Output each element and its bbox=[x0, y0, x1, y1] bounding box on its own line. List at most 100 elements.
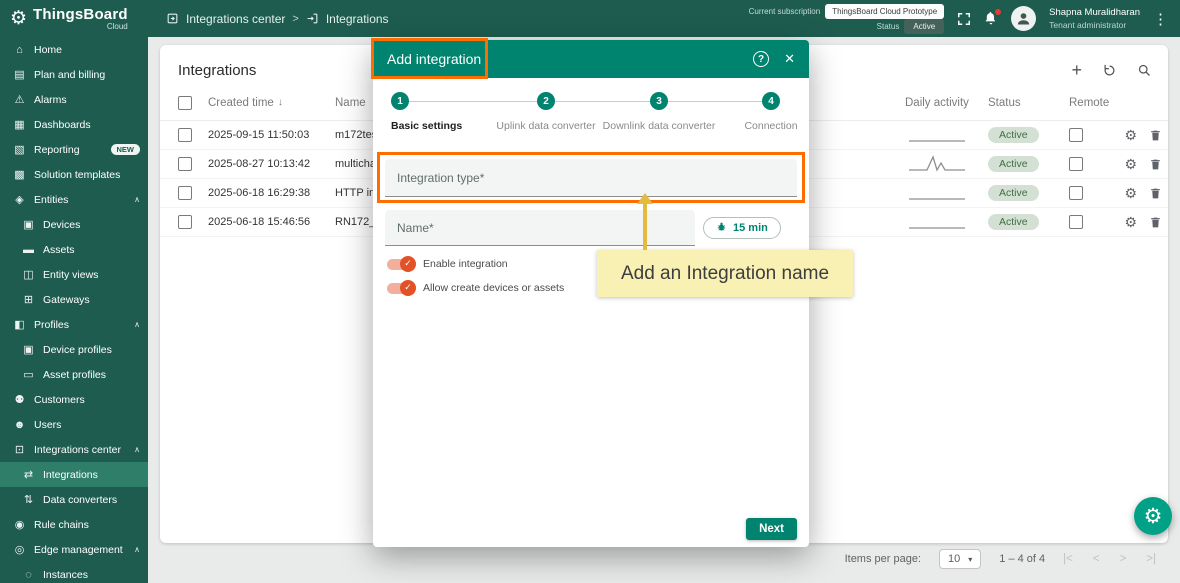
items-per-page-select[interactable]: 10 ▾ bbox=[939, 549, 981, 569]
debug-duration-chip[interactable]: 15 min bbox=[703, 217, 781, 239]
delete-icon[interactable] bbox=[1149, 158, 1162, 171]
sidebar-item-solution-templates[interactable]: ▩ Solution templates bbox=[0, 162, 148, 187]
sidebar-item-data-converters[interactable]: ⇅ Data converters bbox=[0, 487, 148, 512]
sidebar-item-devices[interactable]: ▣ Devices bbox=[0, 212, 148, 237]
row-checkbox[interactable] bbox=[178, 157, 192, 171]
integrations-icon: ⇄ bbox=[21, 468, 36, 481]
sidebar-item-gateways[interactable]: ⊞ Gateways bbox=[0, 287, 148, 312]
sidebar-item-integrations[interactable]: ⇄ Integrations bbox=[0, 462, 148, 487]
sidebar-item-plan-and-billing[interactable]: ▤ Plan and billing bbox=[0, 62, 148, 87]
delete-icon[interactable] bbox=[1149, 187, 1162, 200]
sidebar-item-dashboards[interactable]: ▦ Dashboards bbox=[0, 112, 148, 137]
users-icon: ☻ bbox=[12, 419, 27, 431]
remote-checkbox[interactable] bbox=[1069, 186, 1083, 200]
gateways-icon: ⊞ bbox=[21, 293, 36, 306]
fullscreen-icon[interactable] bbox=[957, 12, 971, 26]
sidebar-group-entities[interactable]: ◈ Entities ∧ bbox=[0, 187, 148, 212]
toggle-on-switch[interactable]: ✓ bbox=[387, 283, 414, 294]
brand-name: ThingsBoard bbox=[33, 7, 128, 22]
integration-type-field[interactable]: Integration type* bbox=[385, 159, 797, 197]
manage-integration-icon[interactable]: ⚙ bbox=[1124, 157, 1137, 171]
subscription-status-chip: Active bbox=[904, 19, 944, 34]
step-3-indicator[interactable]: 3 bbox=[650, 92, 668, 110]
chevron-up-icon: ∧ bbox=[134, 320, 140, 329]
sidebar-group-profiles[interactable]: ◧ Profiles ∧ bbox=[0, 312, 148, 337]
person-icon bbox=[1015, 10, 1032, 27]
daily-activity-sparkline bbox=[893, 184, 988, 202]
support-fab[interactable]: ⚙ bbox=[1134, 497, 1172, 535]
sort-desc-icon: ↓ bbox=[278, 97, 283, 108]
column-daily-activity: Daily activity bbox=[893, 97, 988, 109]
assets-icon: ▬ bbox=[21, 244, 36, 256]
sidebar-item-assets[interactable]: ▬ Assets bbox=[0, 237, 148, 262]
row-checkbox[interactable] bbox=[178, 128, 192, 142]
add-integration-icon[interactable]: + bbox=[1071, 61, 1082, 79]
sidebar-item-users[interactable]: ☻ Users bbox=[0, 412, 148, 437]
next-page-icon[interactable]: > bbox=[1120, 553, 1127, 565]
page-range-label: 1 – 4 of 4 bbox=[999, 553, 1045, 565]
close-icon[interactable]: ✕ bbox=[784, 51, 795, 67]
manage-integration-icon[interactable]: ⚙ bbox=[1124, 186, 1137, 200]
more-menu-icon[interactable]: ⋮ bbox=[1153, 10, 1168, 28]
step-2-indicator[interactable]: 2 bbox=[537, 92, 555, 110]
integration-name-field[interactable]: Name* bbox=[385, 210, 695, 246]
row-checkbox[interactable] bbox=[178, 186, 192, 200]
last-page-icon[interactable]: >| bbox=[1146, 553, 1156, 565]
sidebar-group-edge-management[interactable]: ◎ Edge management ∧ bbox=[0, 537, 148, 562]
subscription-info: Current subscription ThingsBoard Cloud P… bbox=[749, 4, 945, 34]
refresh-icon[interactable] bbox=[1102, 63, 1117, 78]
sidebar-item-home[interactable]: ⌂ Home bbox=[0, 37, 148, 62]
new-badge: NEW bbox=[111, 144, 141, 155]
sidebar-item-reporting[interactable]: ▧ Reporting NEW bbox=[0, 137, 148, 162]
sidebar-item-rule-chains[interactable]: ◉ Rule chains bbox=[0, 512, 148, 537]
remote-checkbox[interactable] bbox=[1069, 215, 1083, 229]
alarm-icon: ⚠ bbox=[12, 93, 27, 106]
sidebar-item-customers[interactable]: ⚉ Customers bbox=[0, 387, 148, 412]
toggle-on-switch[interactable]: ✓ bbox=[387, 259, 414, 270]
sidebar-item-device-profiles[interactable]: ▣ Device profiles bbox=[0, 337, 148, 362]
select-all-checkbox[interactable] bbox=[178, 96, 192, 110]
sidebar-item-asset-profiles[interactable]: ▭ Asset profiles bbox=[0, 362, 148, 387]
thingsboard-logo[interactable]: ⚙ ThingsBoard Cloud bbox=[0, 7, 148, 31]
sidebar-item-instances[interactable]: ◌ Instances bbox=[0, 562, 148, 583]
notifications-bell-icon[interactable] bbox=[984, 11, 998, 26]
annotation-tooltip: Add an Integration name bbox=[597, 250, 853, 297]
user-info[interactable]: Shapna Muralidharan Tenant administrator bbox=[1049, 7, 1140, 31]
sidebar-group-integrations-center[interactable]: ⊡ Integrations center ∧ bbox=[0, 437, 148, 462]
delete-icon[interactable] bbox=[1149, 129, 1162, 142]
step-1-indicator[interactable]: 1 bbox=[391, 92, 409, 110]
column-created-time[interactable]: Created time ↓ bbox=[208, 97, 335, 109]
breadcrumb-separator: > bbox=[292, 13, 298, 25]
delete-icon[interactable] bbox=[1149, 216, 1162, 229]
subscription-plan-chip[interactable]: ThingsBoard Cloud Prototype bbox=[825, 4, 944, 19]
search-icon[interactable] bbox=[1137, 63, 1152, 78]
avatar[interactable] bbox=[1011, 6, 1036, 31]
sidebar-item-alarms[interactable]: ⚠ Alarms bbox=[0, 87, 148, 112]
allow-create-toggle[interactable]: ✓ Allow create devices or assets bbox=[387, 282, 564, 294]
dialog-title: Add integration bbox=[387, 51, 481, 67]
step-4-indicator[interactable]: 4 bbox=[762, 92, 780, 110]
manage-integration-icon[interactable]: ⚙ bbox=[1124, 128, 1137, 142]
column-remote: Remote bbox=[1063, 97, 1122, 109]
next-button[interactable]: Next bbox=[746, 518, 797, 540]
prev-page-icon[interactable]: < bbox=[1093, 553, 1100, 565]
remote-checkbox[interactable] bbox=[1069, 157, 1083, 171]
step-3-label: Downlink data converter bbox=[603, 120, 716, 132]
devices-icon: ▣ bbox=[21, 218, 36, 231]
first-page-icon[interactable]: |< bbox=[1063, 553, 1073, 565]
remote-checkbox[interactable] bbox=[1069, 128, 1083, 142]
enable-integration-toggle[interactable]: ✓ Enable integration bbox=[387, 258, 508, 270]
instances-icon: ◌ bbox=[21, 569, 36, 581]
home-icon: ⌂ bbox=[12, 44, 27, 56]
thingsboard-logo-icon: ⚙ bbox=[10, 9, 27, 28]
integrations-center-icon: ⊡ bbox=[12, 443, 27, 456]
breadcrumb-current[interactable]: Integrations bbox=[326, 12, 389, 26]
sidebar-item-entity-views[interactable]: ◫ Entity views bbox=[0, 262, 148, 287]
breadcrumb-parent[interactable]: Integrations center bbox=[186, 12, 285, 26]
step-1-label: Basic settings bbox=[391, 120, 462, 132]
row-checkbox[interactable] bbox=[178, 215, 192, 229]
dialog-header: Add integration ? ✕ bbox=[373, 40, 809, 78]
rule-chains-icon: ◉ bbox=[12, 518, 27, 531]
help-icon[interactable]: ? bbox=[753, 51, 769, 67]
manage-integration-icon[interactable]: ⚙ bbox=[1124, 215, 1137, 229]
